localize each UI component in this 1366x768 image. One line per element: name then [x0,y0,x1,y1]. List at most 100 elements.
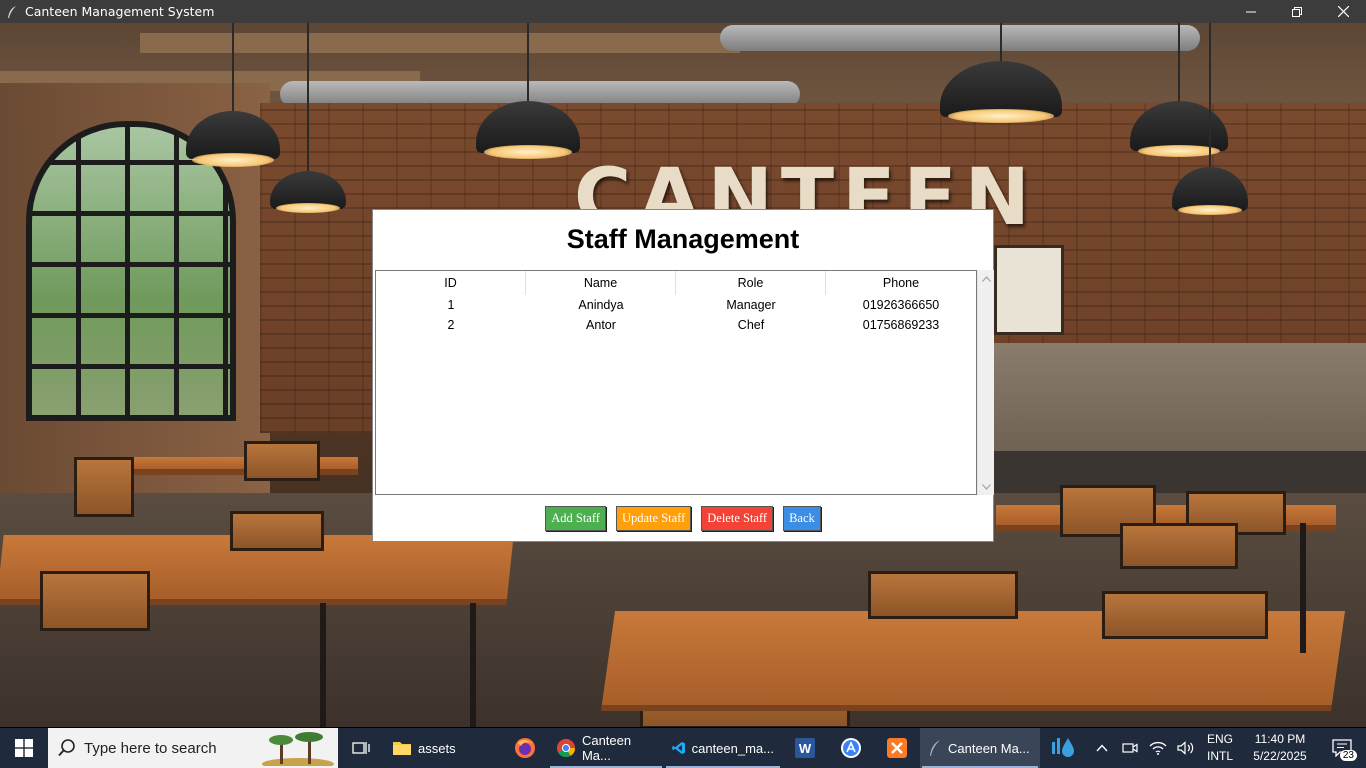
table-leg [1300,523,1306,653]
staff-table[interactable]: ID Name Role Phone 1 Anindya Manager 019… [375,270,977,495]
task-view-button[interactable] [338,728,384,768]
dialog-title: Staff Management [566,224,800,254]
minimize-button[interactable] [1228,0,1274,23]
update-staff-button[interactable]: Update Staff [615,506,692,531]
network-button[interactable] [1146,728,1170,768]
window-titlebar: Canteen Management System [0,0,1366,23]
cell-name: Antor [586,318,616,332]
delete-staff-button[interactable]: Delete Staff [701,506,774,531]
window-title: Canteen Management System [25,4,215,19]
chair [230,511,324,551]
chair [40,571,150,631]
taskbar-app-firefox[interactable] [502,728,548,768]
menu-board [994,245,1064,335]
column-header-id[interactable]: ID [376,271,526,295]
action-buttons: Add Staff Update Staff Delete Staff Back [373,506,993,531]
table [120,457,358,475]
column-header-phone[interactable]: Phone [826,271,976,295]
table-row[interactable]: 2 Antor Chef 01756869233 [376,315,976,335]
search-icon [58,739,75,757]
input-language-indicator[interactable]: ENG INTL [1202,731,1238,765]
scroll-up-icon[interactable] [978,270,995,287]
back-button[interactable]: Back [783,506,821,531]
start-button[interactable] [0,728,48,768]
taskbar-app-assets[interactable]: assets [384,728,502,768]
taskbar-app-label: Canteen Ma... [948,740,1030,756]
chrome-icon [556,738,576,758]
clock[interactable]: 11:40 PM 5/22/2025 [1242,731,1318,765]
taskbar-app-xampp[interactable] [874,728,920,768]
speaker-icon [1177,741,1194,755]
taskbar-app-word[interactable]: W [782,728,828,768]
pendant-lamp [940,23,1062,123]
taskbar-app-chrome[interactable]: Canteen Ma... [548,728,664,768]
taskbar-weather[interactable] [1040,728,1086,768]
table-header: ID Name Role Phone [376,271,976,295]
taskbar-app-label: Canteen Ma... [581,733,632,763]
taskbar-app-canteen[interactable]: Canteen Ma... [920,728,1040,768]
taskbar-search[interactable]: Type here to search [48,728,338,768]
vertical-scrollbar[interactable] [977,270,994,495]
maximize-icon [1292,6,1302,17]
add-staff-button[interactable]: Add Staff [545,506,606,531]
app-store-icon [841,738,861,758]
chair [1120,523,1238,569]
keyboard-layout: INTL [1206,749,1233,763]
pendant-lamp [476,23,580,165]
taskbar-app-label: canteen_ma... [691,740,774,756]
chair [868,571,1018,619]
firefox-icon [515,738,535,758]
wifi-icon [1149,741,1167,755]
notification-center-button[interactable]: 23 [1322,728,1362,768]
cell-phone: 01756869233 [862,318,940,332]
folder-icon [393,742,411,755]
feather-icon [930,740,940,756]
notification-count-badge: 23 [1339,750,1357,761]
column-header-role[interactable]: Role [676,271,826,295]
vscode-icon [672,741,685,755]
chair [74,457,134,517]
chair [1102,591,1268,639]
chevron-up-icon [1096,744,1108,752]
taskbar-app-store[interactable] [828,728,874,768]
cell-name: Anindya [578,298,624,312]
language-code: ENG [1206,732,1233,746]
clock-time: 11:40 PM [1254,732,1306,746]
taskbar-app-label: assets [418,740,456,756]
pendant-lamp [1172,23,1248,219]
taskbar-app-vscode[interactable]: canteen_ma... [664,728,782,768]
cell-phone: 01926366650 [862,298,940,312]
meet-now-button[interactable] [1118,728,1142,768]
water-drop-icon [1052,738,1074,757]
close-icon [1337,6,1349,17]
clock-date: 5/22/2025 [1253,749,1307,763]
column-header-name[interactable]: Name [526,271,676,295]
pendant-lamp [186,23,280,173]
feather-icon [5,5,19,19]
table-leg [320,603,326,727]
cell-role: Manager [726,298,776,312]
volume-button[interactable] [1174,728,1198,768]
minimize-icon [1246,11,1256,12]
svg-text:W: W [799,741,812,756]
chair [244,441,320,481]
table-leg [470,603,476,727]
taskbar: Type here to search assets Canteen Ma...… [0,728,1366,768]
word-icon: W [795,738,815,758]
scroll-down-icon[interactable] [978,478,995,495]
search-highlight-icon [262,732,334,766]
windows-icon [15,739,33,757]
camera-icon [1122,743,1138,753]
cell-id: 1 [447,298,455,312]
close-button[interactable] [1320,0,1366,23]
cell-id: 2 [447,318,455,332]
pendant-lamp [270,23,346,213]
staff-management-dialog: Staff Management ID Name Role Phone 1 An… [372,209,994,542]
show-hidden-icons-button[interactable] [1090,728,1114,768]
system-tray: ENG INTL 11:40 PM 5/22/2025 23 [1090,728,1366,768]
cell-role: Chef [737,318,765,332]
search-placeholder: Type here to search [84,739,217,757]
maximize-button[interactable] [1274,0,1320,23]
table-row[interactable]: 1 Anindya Manager 01926366650 [376,295,976,315]
task-view-icon [352,742,370,754]
